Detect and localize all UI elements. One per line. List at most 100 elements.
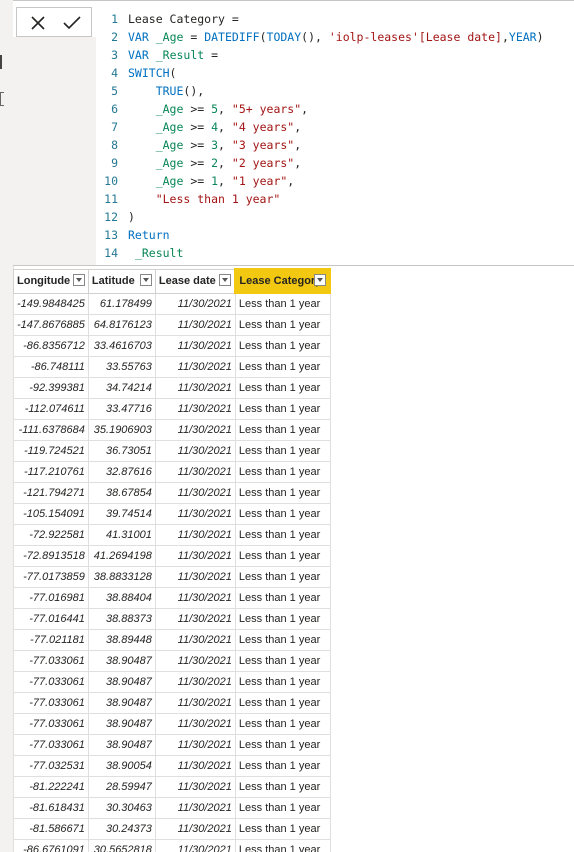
lease-category-cell[interactable]: Less than 1 year bbox=[234, 797, 331, 819]
longitude-cell[interactable]: -86.8356712 bbox=[13, 335, 89, 357]
column-header-lease-category[interactable]: Lease Category bbox=[234, 268, 332, 294]
longitude-cell[interactable]: -77.016441 bbox=[13, 608, 89, 630]
lease-category-cell[interactable]: Less than 1 year bbox=[234, 755, 331, 777]
lease-date-cell[interactable]: 11/30/2021 bbox=[154, 524, 236, 546]
table-row[interactable]: -86.8356712 33.4616703 11/30/2021 Less than… bbox=[13, 335, 331, 357]
longitude-cell[interactable]: -117.210761 bbox=[13, 461, 89, 483]
lease-date-cell[interactable]: 11/30/2021 bbox=[154, 755, 236, 777]
latitude-cell[interactable]: 38.67854 bbox=[87, 482, 156, 504]
lease-date-cell[interactable]: 11/30/2021 bbox=[154, 797, 236, 819]
dax-editor[interactable]: 1 Lease Category = 2 VAR _Age = DATEDIFF(TO… bbox=[96, 10, 566, 262]
lease-category-cell[interactable]: Less than 1 year bbox=[234, 713, 331, 735]
lease-category-cell[interactable]: Less than 1 year bbox=[234, 356, 331, 378]
latitude-cell[interactable]: 38.8833128 bbox=[87, 566, 156, 588]
latitude-cell[interactable]: 38.90487 bbox=[87, 713, 156, 735]
lease-category-cell[interactable]: Less than 1 year bbox=[234, 524, 331, 546]
lease-category-cell[interactable]: Less than 1 year bbox=[234, 629, 331, 651]
longitude-cell[interactable]: -77.016981 bbox=[13, 587, 89, 609]
longitude-cell[interactable]: -72.8913518 bbox=[13, 545, 89, 567]
table-row[interactable]: -86.6761091 30.5652818 11/30/2021 Less than… bbox=[13, 839, 331, 852]
lease-category-cell[interactable]: Less than 1 year bbox=[234, 377, 331, 399]
table-row[interactable]: -77.033061 38.90487 11/30/2021 Less than 1 … bbox=[13, 650, 331, 672]
lease-category-cell[interactable]: Less than 1 year bbox=[234, 419, 331, 441]
lease-category-cell[interactable]: Less than 1 year bbox=[234, 650, 331, 672]
lease-category-cell[interactable]: Less than 1 year bbox=[234, 314, 331, 336]
lease-category-cell[interactable]: Less than 1 year bbox=[234, 482, 331, 504]
commit-icon[interactable] bbox=[57, 10, 87, 36]
longitude-cell[interactable]: -92.399381 bbox=[13, 377, 89, 399]
longitude-cell[interactable]: -149.9848425 bbox=[13, 292, 89, 315]
latitude-cell[interactable]: 30.30463 bbox=[87, 797, 156, 819]
latitude-cell[interactable]: 33.47716 bbox=[87, 398, 156, 420]
table-row[interactable]: -72.922581 41.31001 11/30/2021 Less than 1 … bbox=[13, 524, 331, 546]
table-row[interactable]: -147.8676885 64.8176123 11/30/2021 Less tha… bbox=[13, 314, 331, 336]
longitude-cell[interactable]: -121.794271 bbox=[13, 482, 89, 504]
table-row[interactable]: -92.399381 34.74214 11/30/2021 Less than 1 … bbox=[13, 377, 331, 399]
report-view-icon[interactable] bbox=[0, 55, 2, 69]
longitude-cell[interactable]: -77.0173859 bbox=[13, 566, 89, 588]
lease-category-cell[interactable]: Less than 1 year bbox=[234, 461, 331, 483]
lease-date-cell[interactable]: 11/30/2021 bbox=[154, 608, 236, 630]
lease-date-cell[interactable]: 11/30/2021 bbox=[154, 461, 236, 483]
lease-category-cell[interactable]: Less than 1 year bbox=[234, 587, 331, 609]
longitude-cell[interactable]: -77.021181 bbox=[13, 629, 89, 651]
longitude-cell[interactable]: -86.748111 bbox=[13, 356, 89, 378]
lease-date-cell[interactable]: 11/30/2021 bbox=[154, 692, 236, 714]
lease-category-cell[interactable]: Less than 1 year bbox=[234, 671, 331, 693]
longitude-cell[interactable]: -77.032531 bbox=[13, 755, 89, 777]
latitude-cell[interactable]: 38.90054 bbox=[87, 755, 156, 777]
table-row[interactable]: -77.016981 38.88404 11/30/2021 Less than 1 … bbox=[13, 587, 331, 609]
latitude-cell[interactable]: 38.90487 bbox=[87, 650, 156, 672]
latitude-cell[interactable]: 35.1906903 bbox=[87, 419, 156, 441]
latitude-cell[interactable]: 38.90487 bbox=[87, 671, 156, 693]
lease-category-cell[interactable]: Less than 1 year bbox=[234, 608, 331, 630]
lease-date-cell[interactable]: 11/30/2021 bbox=[154, 818, 236, 840]
filter-dropdown-icon[interactable] bbox=[72, 273, 85, 286]
table-row[interactable]: -86.748111 33.55763 11/30/2021 Less than 1 … bbox=[13, 356, 331, 378]
table-row[interactable]: -77.016441 38.88373 11/30/2021 Less than 1 … bbox=[13, 608, 331, 630]
lease-date-cell[interactable]: 11/30/2021 bbox=[154, 566, 236, 588]
lease-date-cell[interactable]: 11/30/2021 bbox=[154, 587, 236, 609]
lease-category-cell[interactable]: Less than 1 year bbox=[234, 335, 331, 357]
lease-category-cell[interactable]: Less than 1 year bbox=[234, 292, 331, 315]
filter-dropdown-icon[interactable] bbox=[139, 273, 152, 286]
filter-dropdown-icon[interactable] bbox=[314, 274, 327, 286]
table-row[interactable]: -77.033061 38.90487 11/30/2021 Less than 1 … bbox=[13, 671, 331, 693]
table-row[interactable]: -77.033061 38.90487 11/30/2021 Less than 1 … bbox=[13, 692, 331, 714]
longitude-cell[interactable]: -77.033061 bbox=[13, 734, 89, 756]
lease-date-cell[interactable]: 11/30/2021 bbox=[154, 419, 236, 441]
lease-date-cell[interactable]: 11/30/2021 bbox=[154, 482, 236, 504]
lease-date-cell[interactable]: 11/30/2021 bbox=[154, 839, 236, 852]
longitude-cell[interactable]: -77.033061 bbox=[13, 650, 89, 672]
longitude-cell[interactable]: -81.618431 bbox=[13, 797, 89, 819]
longitude-cell[interactable]: -86.6761091 bbox=[13, 839, 89, 852]
lease-date-cell[interactable]: 11/30/2021 bbox=[154, 650, 236, 672]
lease-date-cell[interactable]: 11/30/2021 bbox=[154, 356, 236, 378]
longitude-cell[interactable]: -111.6378684 bbox=[13, 419, 89, 441]
lease-category-cell[interactable]: Less than 1 year bbox=[234, 692, 331, 714]
lease-date-cell[interactable]: 11/30/2021 bbox=[154, 335, 236, 357]
longitude-cell[interactable]: -77.033061 bbox=[13, 671, 89, 693]
table-row[interactable]: -149.9848425 61.178499 11/30/2021 Less than… bbox=[13, 292, 331, 315]
column-header-latitude[interactable]: Latitude bbox=[87, 268, 156, 294]
table-row[interactable]: -119.724521 36.73051 11/30/2021 Less than 1… bbox=[13, 440, 331, 462]
table-row[interactable]: -77.0173859 38.8833128 11/30/2021 Less than… bbox=[13, 566, 331, 588]
longitude-cell[interactable]: -81.222241 bbox=[13, 776, 89, 798]
lease-date-cell[interactable]: 11/30/2021 bbox=[154, 503, 236, 525]
lease-category-cell[interactable]: Less than 1 year bbox=[234, 776, 331, 798]
lease-date-cell[interactable]: 11/30/2021 bbox=[154, 671, 236, 693]
table-row[interactable]: -77.033061 38.90487 11/30/2021 Less than 1 … bbox=[13, 713, 331, 735]
latitude-cell[interactable]: 33.55763 bbox=[87, 356, 156, 378]
longitude-cell[interactable]: -147.8676885 bbox=[13, 314, 89, 336]
table-row[interactable]: -112.074611 33.47716 11/30/2021 Less than 1… bbox=[13, 398, 331, 420]
latitude-cell[interactable]: 30.24373 bbox=[87, 818, 156, 840]
lease-category-cell[interactable]: Less than 1 year bbox=[234, 398, 331, 420]
latitude-cell[interactable]: 36.73051 bbox=[87, 440, 156, 462]
table-row[interactable]: -81.618431 30.30463 11/30/2021 Less than 1 … bbox=[13, 797, 331, 819]
lease-category-cell[interactable]: Less than 1 year bbox=[234, 839, 331, 852]
table-row[interactable]: -105.154091 39.74514 11/30/2021 Less than 1… bbox=[13, 503, 331, 525]
lease-category-cell[interactable]: Less than 1 year bbox=[234, 503, 331, 525]
lease-category-cell[interactable]: Less than 1 year bbox=[234, 734, 331, 756]
longitude-cell[interactable]: -119.724521 bbox=[13, 440, 89, 462]
latitude-cell[interactable]: 34.74214 bbox=[87, 377, 156, 399]
